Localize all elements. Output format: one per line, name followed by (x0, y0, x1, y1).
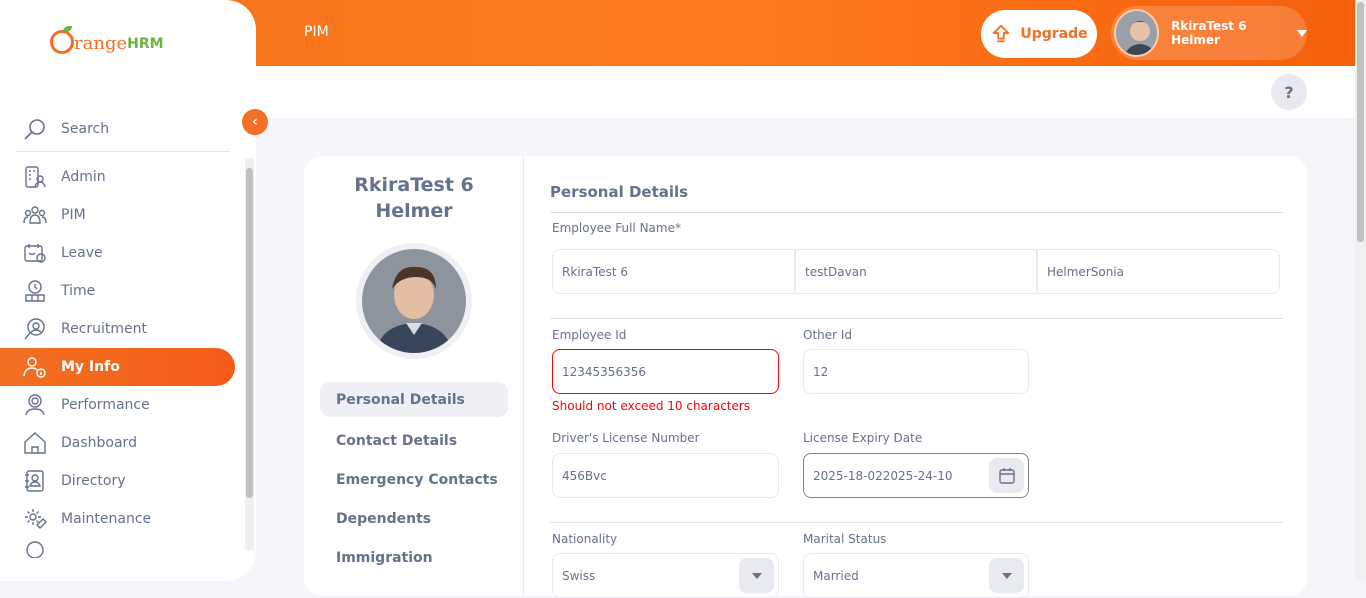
marital-status-value: Married (813, 568, 859, 583)
expiry-label: License Expiry Date (803, 431, 923, 445)
tab-immigration[interactable]: Immigration (320, 538, 508, 577)
upgrade-button[interactable]: Upgrade (981, 10, 1097, 58)
tab-dependents[interactable]: Dependents (320, 499, 508, 538)
sidebar-item-directory[interactable]: Directory (0, 462, 240, 500)
nationality-dropdown-button[interactable] (739, 558, 774, 593)
caret-down-icon (1297, 29, 1307, 37)
divider (550, 212, 1283, 213)
sidebar-search[interactable]: Search (15, 106, 230, 152)
employee-photo[interactable] (362, 249, 466, 353)
calendar-button[interactable] (989, 458, 1024, 493)
marital-status-label: Marital Status (803, 532, 887, 546)
employee-id-error: Should not exceed 10 characters (552, 399, 751, 413)
divider (550, 522, 1283, 523)
full-name-label: Employee Full Name* (552, 221, 681, 235)
first-name-input[interactable]: RkiraTest 6 (552, 249, 795, 294)
performance-icon (25, 394, 45, 416)
user-dropdown[interactable]: RkiraTest 6 Helmer (1111, 6, 1307, 60)
sidebar-item-my-info[interactable]: My Info (0, 348, 235, 386)
logo-text: range (74, 33, 128, 54)
employee-tabs: Personal Details Contact Details Emergen… (320, 382, 508, 577)
user-avatar (1114, 9, 1160, 57)
directory-icon (25, 470, 44, 492)
admin-icon (25, 166, 46, 188)
sidebar-item-admin[interactable]: Admin (0, 158, 240, 196)
employee-id-label: Employee Id (552, 328, 627, 342)
upgrade-label: Upgrade (1020, 26, 1088, 42)
license-input[interactable]: 456Bvc (552, 453, 779, 498)
sidebar-item-dashboard[interactable]: Dashboard (0, 424, 240, 462)
dashboard-icon (24, 432, 46, 454)
sidebar-item-more[interactable] (0, 538, 240, 558)
middle-name-input[interactable]: testDavan (795, 249, 1037, 294)
module-title: PIM (304, 24, 329, 40)
expiry-date-value: 2025-18-022025-24-10 (813, 468, 953, 483)
caret-down-icon (751, 572, 762, 579)
tab-contact-details[interactable]: Contact Details (320, 421, 508, 460)
logo-text-hrm: HRM (127, 36, 164, 52)
sidebar-item-time[interactable]: Time (0, 272, 240, 310)
employee-name: RkiraTest 6 Helmer (354, 174, 474, 222)
nationality-value: Swiss (562, 568, 596, 583)
user-name: RkiraTest 6 Helmer (1171, 19, 1247, 47)
sidebar-item-maintenance[interactable]: Maintenance (0, 500, 240, 538)
tab-personal-details[interactable]: Personal Details (320, 382, 508, 417)
other-id-input[interactable]: 12 (803, 349, 1029, 394)
employee-profile-pane: RkiraTest 6 Helmer Personal Details Cont… (304, 156, 524, 596)
sidebar-item-performance[interactable]: Performance (0, 386, 240, 424)
expiry-date-input[interactable]: 2025-18-022025-24-10 (803, 453, 1029, 498)
myinfo-icon (23, 357, 46, 378)
pim-icon (23, 206, 47, 224)
marital-dropdown-button[interactable] (989, 558, 1024, 593)
nationality-label: Nationality (552, 532, 618, 546)
license-label: Driver's License Number (552, 431, 700, 445)
calendar-icon (998, 467, 1015, 484)
upgrade-icon (993, 24, 1010, 43)
sidebar-scrollbar[interactable] (245, 158, 254, 550)
caret-down-icon (1001, 572, 1012, 579)
marital-status-select[interactable]: Married (803, 553, 1029, 598)
search-label: Search (61, 120, 110, 137)
sidebar-item-pim[interactable]: PIM (0, 196, 240, 234)
page-scrollbar[interactable] (1355, 0, 1366, 581)
maintenance-icon (25, 509, 47, 529)
sidebar-item-leave[interactable]: Leave (0, 234, 240, 272)
sidebar: range HRM Search Admin PIM Leave Time Re… (0, 0, 256, 581)
recruitment-icon (24, 318, 45, 340)
search-icon (24, 118, 45, 140)
sidebar-item-recruitment[interactable]: Recruitment (0, 310, 240, 348)
sidebar-nav: Admin PIM Leave Time Recruitment My Info… (0, 158, 240, 558)
sub-header (256, 66, 1355, 118)
tab-emergency-contacts[interactable]: Emergency Contacts (320, 460, 508, 499)
last-name-input[interactable]: HelmerSonia (1037, 249, 1280, 294)
collapse-sidebar-button[interactable]: ‹ (242, 109, 268, 135)
leave-icon (24, 244, 46, 263)
nationality-select[interactable]: Swiss (552, 553, 779, 598)
divider (550, 318, 1283, 319)
employee-id-input[interactable]: 12345356356 (552, 349, 779, 394)
orangehrm-logo: range HRM (50, 26, 164, 54)
other-id-label: Other Id (803, 328, 853, 342)
help-button[interactable]: ? (1271, 74, 1307, 110)
buzz-icon (26, 541, 44, 558)
employee-card: RkiraTest 6 Helmer Personal Details Cont… (304, 156, 1307, 598)
section-title: Personal Details (550, 183, 689, 201)
time-icon (25, 280, 45, 302)
